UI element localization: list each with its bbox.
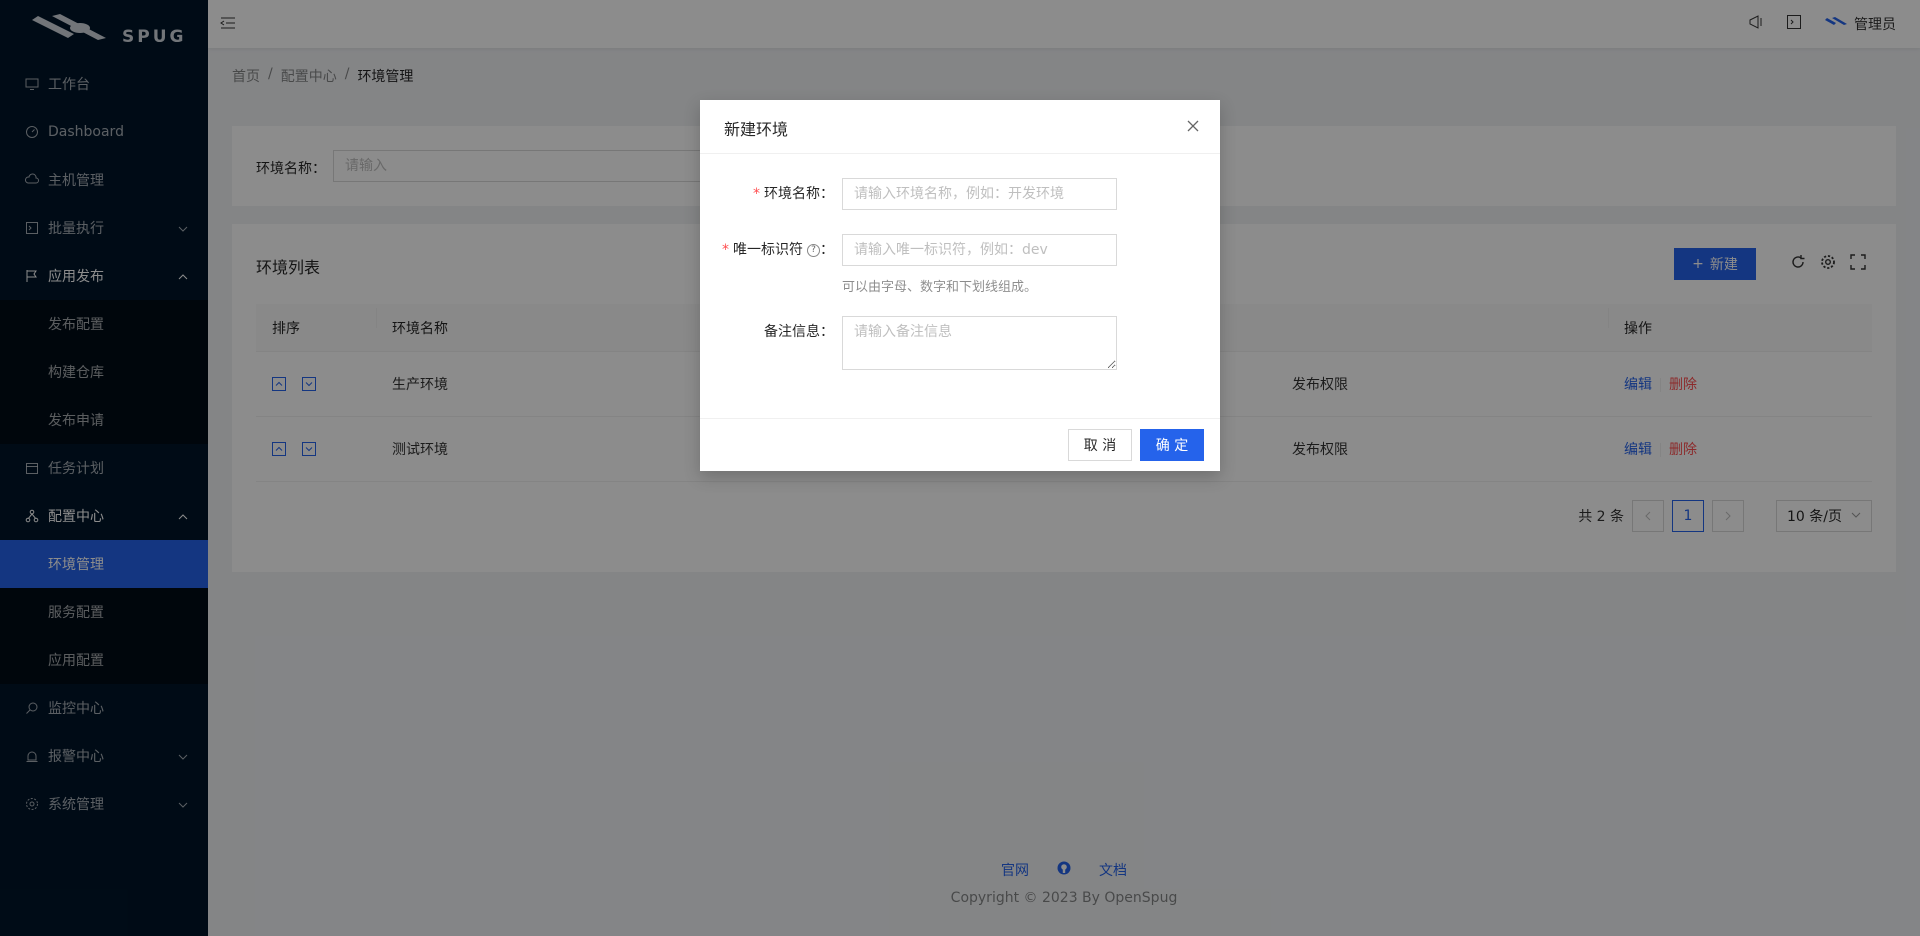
required-mark: * <box>753 186 760 202</box>
form-label: * 唯一标识符?： <box>722 242 834 258</box>
close-icon[interactable] <box>1186 118 1200 137</box>
desc-label: 备注信息 <box>764 324 820 340</box>
form-row-name: * 环境名称： <box>700 178 1117 210</box>
modal-footer: 取 消 确 定 <box>700 418 1220 471</box>
name-label: 环境名称 <box>764 186 820 202</box>
key-label: 唯一标识符 <box>733 242 803 258</box>
modal-title: 新建环境 <box>724 120 789 139</box>
form-label: 备注信息： <box>764 324 834 340</box>
form-row-key: * 唯一标识符?： <box>700 234 1117 266</box>
ok-button[interactable]: 确 定 <box>1140 429 1204 461</box>
form-label: * 环境名称： <box>753 186 834 202</box>
create-env-modal: 新建环境 *环境名称： *唯一标识符?： 可以由字母、数字和下划线组成。 备注信… <box>700 100 1220 471</box>
question-circle-icon[interactable]: ? <box>807 243 820 257</box>
required-mark: * <box>722 242 729 258</box>
modal-header: 新建环境 <box>700 100 1220 154</box>
key-help-text: 可以由字母、数字和下划线组成。 <box>842 280 1038 295</box>
cancel-button[interactable]: 取 消 <box>1068 429 1132 461</box>
form-row-desc: 备注信息： <box>700 316 1117 370</box>
env-desc-textarea[interactable] <box>842 316 1117 370</box>
env-key-input[interactable] <box>842 234 1117 266</box>
env-name-input[interactable] <box>842 178 1117 210</box>
